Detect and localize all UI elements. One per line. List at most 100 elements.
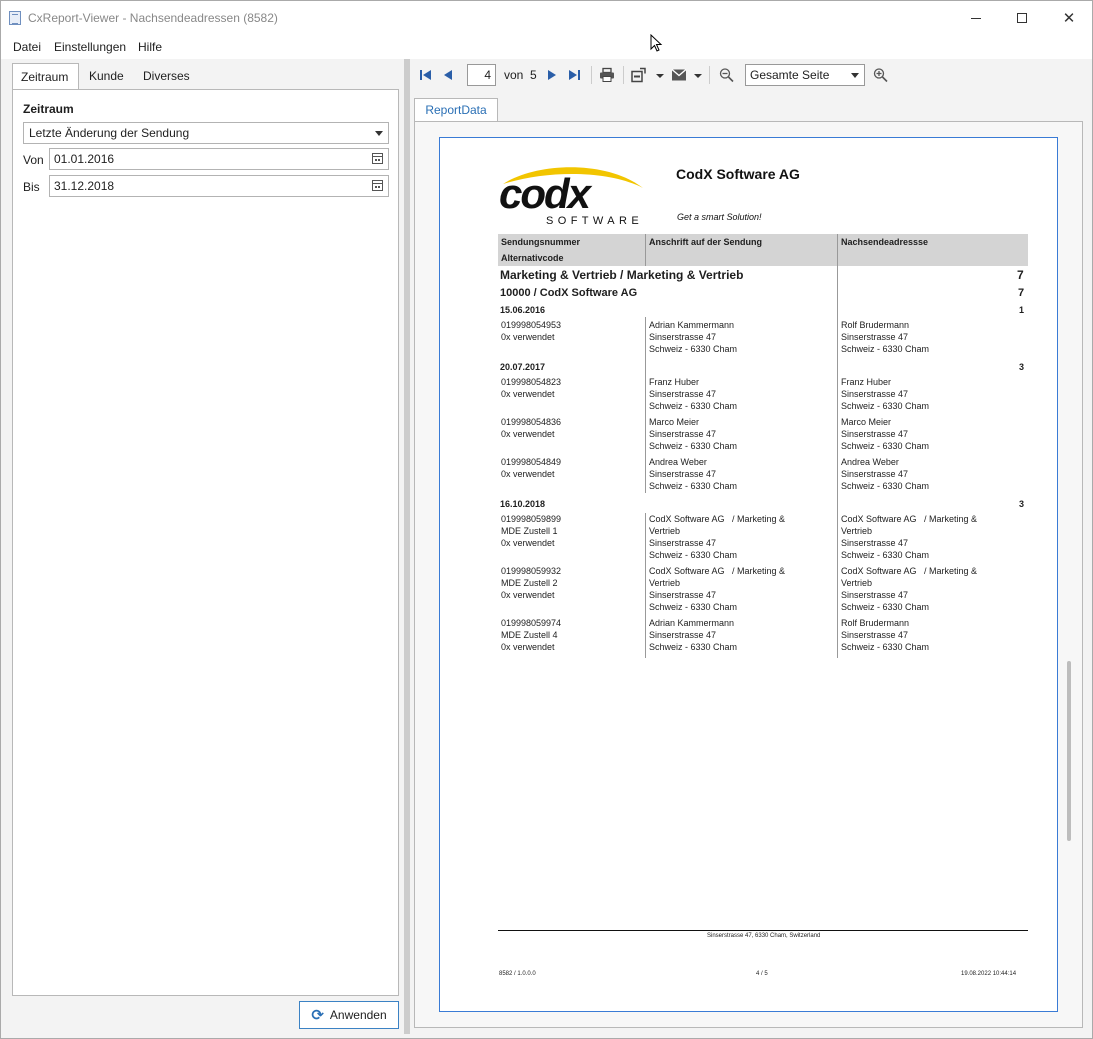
menu-bar: Datei Einstellungen Hilfe [1,35,1092,59]
table-row-forward: Rolf Brudermann Sinserstrasse 47 Schweiz… [841,320,930,354]
column-divider [645,234,646,266]
table-row-forward: Rolf Brudermann Sinserstrasse 47 Schweiz… [841,618,930,652]
zoom-in-icon[interactable] [873,67,888,83]
filter-panel: Zeitraum Letzte Änderung der Sendung Von… [12,89,399,996]
print-icon[interactable] [599,67,615,83]
to-date-value: 31.12.2018 [54,179,115,193]
tab-zeitraum[interactable]: Zeitraum [12,63,79,91]
table-row-address: Andrea Weber Sinserstrasse 47 Schweiz - … [649,457,738,491]
table-row-nr: 019998059932 MDE Zustell 2 0x verwendet [501,566,562,600]
window-title: CxReport-Viewer - Nachsendeadressen (858… [28,11,278,25]
table-row-address: Adrian Kammermann Sinserstrasse 47 Schwe… [649,320,738,354]
tab-diverses[interactable]: Diverses [135,63,198,107]
company-slogan: Get a smart Solution! [677,212,762,222]
footer-address: Sinserstrasse 47, 6330 Cham, Switzerland [707,933,821,939]
group-title: Marketing & Vertrieb / Marketing & Vertr… [500,268,744,282]
calendar-icon[interactable] [372,153,383,164]
group-title: 10000 / CodX Software AG [500,287,638,299]
calendar-icon[interactable] [372,180,383,191]
date-group-count: 3 [1019,499,1025,509]
footer-page: 4 / 5 [756,971,768,977]
report-toolbar: 4 von 5 Gesamte Seite [411,61,1091,89]
table-row-address: CodX Software AG / Marketing & Vertrieb … [649,566,786,612]
menu-hilfe[interactable]: Hilfe [138,40,162,54]
table-row-nr: 019998054823 0x verwendet [501,377,562,399]
column-header-anschrift: Anschrift auf der Sendung [649,237,763,247]
table-row-nr: 019998054953 0x verwendet [501,320,562,342]
page-total: 5 [530,68,537,82]
footer-rule [498,930,1028,931]
toolbar-separator [709,66,710,84]
table-row-address: Adrian Kammermann Sinserstrasse 47 Schwe… [649,618,738,652]
scrollbar[interactable] [1067,661,1071,841]
close-icon: ✕ [1062,10,1076,27]
table-row-nr: 019998054836 0x verwendet [501,417,562,439]
minimize-icon [971,17,981,19]
table-row-forward: CodX Software AG / Marketing & Vertrieb … [841,566,978,612]
menu-datei[interactable]: Datei [13,40,41,54]
previous-page-icon[interactable] [442,67,454,83]
column-divider [645,513,646,658]
title-bar: CxReport-Viewer - Nachsendeadressen (858… [1,1,1092,35]
date-mode-value: Letzte Änderung der Sendung [29,126,190,140]
of-text: von [504,68,524,82]
from-date-field[interactable]: 01.01.2016 [49,148,389,170]
column-divider [837,234,838,658]
zoom-value: Gesamte Seite [750,68,830,82]
from-label: Von [23,153,44,167]
date-group-count: 1 [1019,305,1025,315]
logo-wordmark: codx [499,170,593,217]
email-icon[interactable] [671,67,687,83]
table-row-forward: Franz Huber Sinserstrasse 47 Schweiz - 6… [841,377,930,411]
maximize-button[interactable] [999,1,1045,35]
panel-splitter[interactable] [404,59,410,1034]
footer-timestamp: 19.08.2022 10:44:14 [961,971,1017,977]
table-row-forward: Andrea Weber Sinserstrasse 47 Schweiz - … [841,457,930,491]
minimize-button[interactable] [953,1,999,35]
footer-version: 8582 / 1.0.0.0 [499,971,536,977]
date-group: 20.07.2017 [500,362,546,372]
to-label: Bis [23,180,40,194]
toolbar-separator [591,66,592,84]
toolbar-separator [623,66,624,84]
apply-label: Anwenden [329,1008,387,1022]
table-row-forward: Marco Meier Sinserstrasse 47 Schweiz - 6… [841,417,930,451]
tab-diverses-label: Diverses [143,69,190,83]
date-group: 15.06.2016 [500,305,546,315]
page-number-input[interactable]: 4 [467,64,496,86]
menu-einstellungen[interactable]: Einstellungen [54,40,126,54]
to-date-field[interactable]: 31.12.2018 [49,175,389,197]
close-button[interactable]: ✕ [1046,1,1092,35]
app-window: CxReport-Viewer - Nachsendeadressen (858… [0,0,1093,1039]
zoom-select[interactable]: Gesamte Seite [745,64,865,86]
export-dropdown-icon[interactable] [656,74,664,78]
column-header-sendungsnummer: Sendungsnummer [501,237,581,247]
next-page-icon[interactable] [546,67,558,83]
column-header-alternativcode: Alternativcode [501,253,564,263]
table-row-address: CodX Software AG / Marketing & Vertrieb … [649,514,786,560]
date-group: 16.10.2018 [500,499,546,509]
group-count: 7 [1017,268,1024,282]
tab-kunde[interactable]: Kunde [81,63,132,90]
table-row-forward: CodX Software AG / Marketing & Vertrieb … [841,514,978,560]
table-row-nr: 019998059899 MDE Zustell 1 0x verwendet [501,514,562,548]
section-title: Zeitraum [23,102,74,116]
export-icon[interactable] [631,67,647,83]
email-dropdown-icon[interactable] [694,74,702,78]
app-icon [9,11,21,25]
table-row-address: Franz Huber Sinserstrasse 47 Schweiz - 6… [649,377,738,411]
last-page-icon[interactable] [567,67,581,83]
maximize-icon [1017,13,1027,23]
apply-button[interactable]: ⟳ Anwenden [299,1001,399,1029]
date-mode-select[interactable]: Letzte Änderung der Sendung [23,122,389,144]
tab-reportdata[interactable]: ReportData [414,98,498,122]
from-date-value: 01.01.2016 [54,152,115,166]
column-header-nachsendeadresse: Nachsendeadressse [841,237,929,247]
page-of-label: von 5 [504,68,537,82]
chevron-down-icon [851,73,859,78]
zoom-out-icon[interactable] [719,67,734,83]
first-page-icon[interactable] [419,67,433,83]
group-count: 7 [1018,287,1025,299]
date-group-count: 3 [1019,362,1025,372]
company-name: CodX Software AG [676,166,800,182]
